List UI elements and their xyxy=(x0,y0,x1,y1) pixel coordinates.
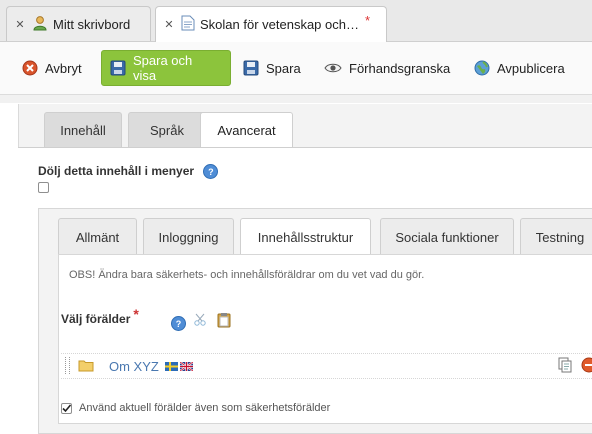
advanced-tab-content: Dölj detta innehåll i menyer ? Allmänt I… xyxy=(18,147,592,434)
doc-tab-label: Skolan för vetenskap och… xyxy=(200,17,359,32)
remove-icon[interactable] xyxy=(581,357,592,376)
use-as-security-parent-label: Använd aktuell förälder även som säkerhe… xyxy=(79,402,331,414)
toolbar-separator xyxy=(0,95,592,103)
drag-handle[interactable] xyxy=(65,357,70,374)
content-structure-panel: OBS! Ändra bara säkerhets- och innehålls… xyxy=(58,254,592,424)
unpublish-button[interactable]: Avpublicera xyxy=(474,50,565,86)
globe-icon xyxy=(474,60,490,76)
help-icon[interactable]: ? xyxy=(203,164,219,180)
choose-parent-label: Välj förälder * xyxy=(61,306,139,326)
parent-link[interactable]: Om XYZ xyxy=(109,359,159,374)
save-button[interactable]: Spara xyxy=(243,50,301,86)
required-marker: * xyxy=(133,306,139,322)
preview-button[interactable]: Förhandsgranska xyxy=(324,50,450,86)
help-icon[interactable]: ? xyxy=(171,316,186,331)
tab-social-features[interactable]: Sociala funktioner xyxy=(380,218,514,255)
floppy-icon xyxy=(243,60,259,76)
toolbar: Avbryt Spara och visa Spara Förhandsgran… xyxy=(0,42,592,95)
tab-advanced[interactable]: Avancerat xyxy=(200,112,293,148)
unsaved-marker: * xyxy=(364,13,371,28)
close-icon[interactable]: ✕ xyxy=(13,17,27,31)
tab-language[interactable]: Språk xyxy=(128,112,206,148)
cancel-button[interactable]: Avbryt xyxy=(22,50,82,86)
tab-login[interactable]: Inloggning xyxy=(143,218,234,255)
swedish-flag-icon xyxy=(165,359,178,374)
scissors-icon[interactable] xyxy=(193,313,207,330)
doc-tab-desktop[interactable]: ✕ Mitt skrivbord xyxy=(6,6,151,41)
tab-testing[interactable]: Testning xyxy=(520,218,592,255)
floppy-icon xyxy=(110,60,126,76)
document-icon xyxy=(181,15,195,34)
close-icon[interactable]: ✕ xyxy=(162,18,176,32)
folder-icon xyxy=(78,359,94,375)
hide-in-menus-label: Dölj detta innehåll i menyer ? xyxy=(38,164,219,180)
doc-tab-label: Mitt skrivbord xyxy=(53,16,131,32)
hide-in-menus-checkbox[interactable] xyxy=(38,182,49,193)
use-as-security-parent-checkbox[interactable] xyxy=(61,403,72,414)
tab-general[interactable]: Allmänt xyxy=(58,218,137,255)
eye-icon xyxy=(324,62,342,74)
paste-icon[interactable] xyxy=(217,312,231,331)
parent-row: Om XYZ xyxy=(61,353,592,379)
user-icon xyxy=(32,15,48,34)
tab-content[interactable]: Innehåll xyxy=(44,112,122,148)
warning-note: OBS! Ändra bara säkerhets- och innehålls… xyxy=(69,269,425,281)
doc-tab-page[interactable]: ✕ Skolan för vetenskap och… * xyxy=(155,6,387,42)
cancel-icon xyxy=(22,60,38,76)
copy-icon[interactable] xyxy=(558,357,572,376)
tab-content-structure[interactable]: Innehållsstruktur xyxy=(240,218,371,256)
uk-flag-icon xyxy=(179,359,194,374)
advanced-settings-box: Allmänt Inloggning Innehållsstruktur Soc… xyxy=(38,208,592,434)
document-tab-bar: ✕ Mitt skrivbord ✕ Skolan för vetenskap … xyxy=(0,0,592,42)
save-and-view-button[interactable]: Spara och visa xyxy=(101,50,231,86)
